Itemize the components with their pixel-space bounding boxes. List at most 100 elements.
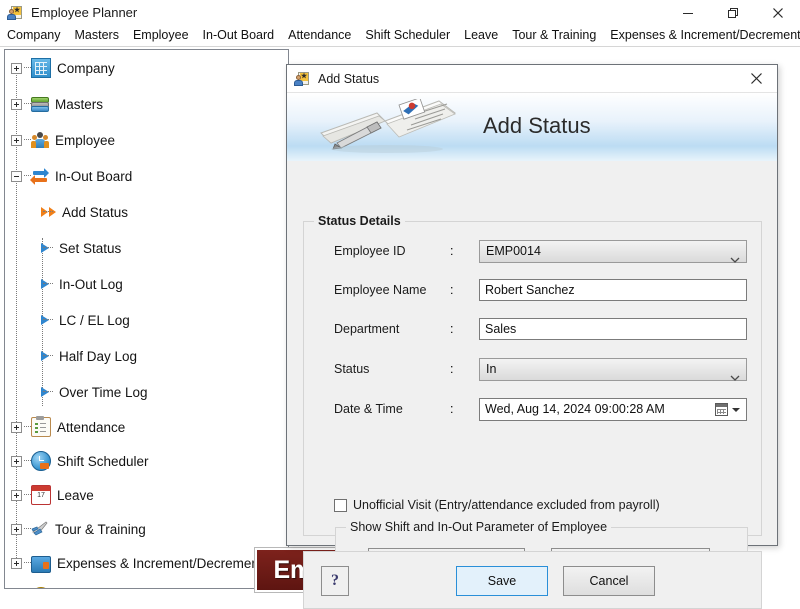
- employee-id-combobox[interactable]: EMP0014: [479, 240, 747, 263]
- field-status: Status : In: [304, 358, 761, 381]
- tree-item-label: Shift Scheduler: [57, 453, 149, 469]
- minimize-icon[interactable]: [665, 0, 710, 25]
- coin-dollar-icon: $: [31, 587, 51, 588]
- tree-connector: [24, 494, 31, 496]
- menu-item-attendance[interactable]: Attendance: [281, 26, 358, 45]
- window-controls: [665, 0, 800, 25]
- tree-item-tour-training[interactable]: Tour & Training: [5, 512, 288, 546]
- help-button[interactable]: ?: [321, 566, 349, 596]
- restore-icon[interactable]: [710, 0, 755, 25]
- employee-id-label: Employee ID: [334, 244, 406, 258]
- tree-item-employee[interactable]: Employee: [5, 122, 288, 158]
- tree-item-payroll[interactable]: $ Payroll: [5, 580, 288, 588]
- main-window: ★ Employee Planner Company Masters Emplo…: [0, 0, 800, 609]
- tree-connector: [24, 67, 31, 69]
- tree-item-label: Leave: [57, 487, 94, 503]
- people-icon: [31, 131, 49, 149]
- tree-item-attendance[interactable]: Attendance: [5, 410, 288, 444]
- employee-name-colon: :: [450, 283, 454, 297]
- tree-item-over-time-log[interactable]: Over Time Log: [5, 374, 288, 410]
- expander-icon[interactable]: [11, 489, 22, 501]
- tree-item-label: Set Status: [59, 240, 122, 256]
- tree-item-label: Masters: [55, 96, 104, 112]
- date-time-label: Date & Time: [334, 402, 403, 416]
- department-input[interactable]: Sales: [479, 318, 747, 340]
- menu-item-company[interactable]: Company: [0, 26, 68, 45]
- tree-connector: [24, 528, 31, 530]
- cancel-button[interactable]: Cancel: [563, 566, 655, 596]
- tree-item-in-out-log[interactable]: In-Out Log: [5, 266, 288, 302]
- status-details-group: Status Details Employee ID : EMP0014 Emp…: [303, 214, 762, 589]
- tree-item-lc-el-log[interactable]: LC / EL Log: [5, 302, 288, 338]
- tree-item-masters[interactable]: Masters: [5, 86, 288, 122]
- tree-connector: [24, 426, 31, 428]
- dialog-title: Add Status: [318, 71, 380, 86]
- tree-item-label: Tour & Training: [55, 521, 146, 537]
- tree-connector: [24, 103, 31, 105]
- expander-icon[interactable]: [11, 134, 22, 146]
- menu-item-in-out-board[interactable]: In-Out Board: [196, 26, 282, 45]
- expander-icon[interactable]: [11, 523, 22, 535]
- tree-item-label: In-Out Board: [55, 168, 133, 184]
- menu-item-tour-training[interactable]: Tour & Training: [505, 26, 603, 45]
- window-title: Employee Planner: [31, 5, 138, 20]
- tree-item-label: Expenses & Increment/Decrement: [57, 555, 263, 571]
- menu-item-expenses[interactable]: Expenses & Increment/Decrement: [603, 26, 800, 45]
- tree-connector: [24, 460, 31, 462]
- open-book-with-pen-icon: [315, 97, 460, 157]
- chevron-down-icon: [730, 249, 740, 263]
- expander-icon[interactable]: [11, 62, 22, 74]
- field-employee-name: Employee Name : Robert Sanchez: [304, 279, 761, 301]
- tree-connector: [24, 562, 31, 564]
- department-colon: :: [450, 322, 454, 336]
- tree-connector: [24, 139, 31, 141]
- add-status-dialog: ★ Add Status Add Status Status Details E…: [286, 64, 778, 609]
- employee-name-label: Employee Name: [334, 283, 427, 297]
- expander-icon[interactable]: [11, 557, 22, 569]
- tree-item-add-status[interactable]: Add Status: [5, 194, 288, 230]
- save-button[interactable]: Save: [456, 566, 548, 596]
- close-icon[interactable]: [755, 0, 800, 25]
- expander-icon[interactable]: [11, 421, 22, 433]
- unofficial-visit-checkbox[interactable]: [334, 498, 347, 512]
- status-value: In: [486, 362, 497, 376]
- tree-item-half-day-log[interactable]: Half Day Log: [5, 338, 288, 374]
- calendar-icon[interactable]: [715, 403, 728, 416]
- chevron-down-icon: [730, 367, 740, 381]
- expander-icon[interactable]: [11, 455, 22, 467]
- menu-item-shift-scheduler[interactable]: Shift Scheduler: [358, 26, 457, 45]
- employee-id-value: EMP0014: [486, 244, 541, 258]
- field-date-time: Date & Time : Wed, Aug 14, 2024 09:00:28…: [304, 398, 761, 421]
- date-time-picker[interactable]: Wed, Aug 14, 2024 09:00:28 AM: [479, 398, 747, 421]
- status-combobox[interactable]: In: [479, 358, 747, 381]
- menu-bar: Company Masters Employee In-Out Board At…: [0, 25, 800, 46]
- tree-item-label: Add Status: [62, 204, 129, 220]
- close-icon[interactable]: [735, 65, 777, 92]
- tree-item-label: LC / EL Log: [59, 312, 130, 328]
- tree-item-set-status[interactable]: Set Status: [5, 230, 288, 266]
- employee-name-input[interactable]: Robert Sanchez: [479, 279, 747, 301]
- tree-item-shift-scheduler[interactable]: Shift Scheduler: [5, 444, 288, 478]
- status-colon: :: [450, 362, 454, 376]
- tree-item-in-out-board[interactable]: In-Out Board: [5, 158, 288, 194]
- menu-item-employee[interactable]: Employee: [126, 26, 196, 45]
- menu-item-leave[interactable]: Leave: [457, 26, 505, 45]
- status-label: Status: [334, 362, 370, 376]
- expander-icon[interactable]: [11, 98, 22, 110]
- status-details-title: Status Details: [314, 214, 405, 228]
- date-time-value: Wed, Aug 14, 2024 09:00:28 AM: [485, 402, 665, 416]
- date-time-colon: :: [450, 402, 454, 416]
- department-label: Department: [334, 322, 400, 336]
- collapser-icon[interactable]: [11, 170, 22, 182]
- dialog-body: Status Details Employee ID : EMP0014 Emp…: [287, 161, 777, 609]
- airplane-icon: [31, 520, 49, 538]
- clock-icon: [31, 451, 51, 471]
- chevron-down-icon[interactable]: [732, 408, 740, 412]
- dialog-banner-title: Add Status: [483, 113, 591, 138]
- tree-item-leave[interactable]: 17 Leave: [5, 478, 288, 512]
- menu-item-masters[interactable]: Masters: [68, 26, 126, 45]
- unofficial-visit-row[interactable]: Unofficial Visit (Entry/attendance exclu…: [334, 498, 660, 512]
- dialog-banner: Add Status: [287, 93, 777, 161]
- tree-item-company[interactable]: Company: [5, 50, 288, 86]
- tree-item-expenses[interactable]: Expenses & Increment/Decrement: [5, 546, 288, 580]
